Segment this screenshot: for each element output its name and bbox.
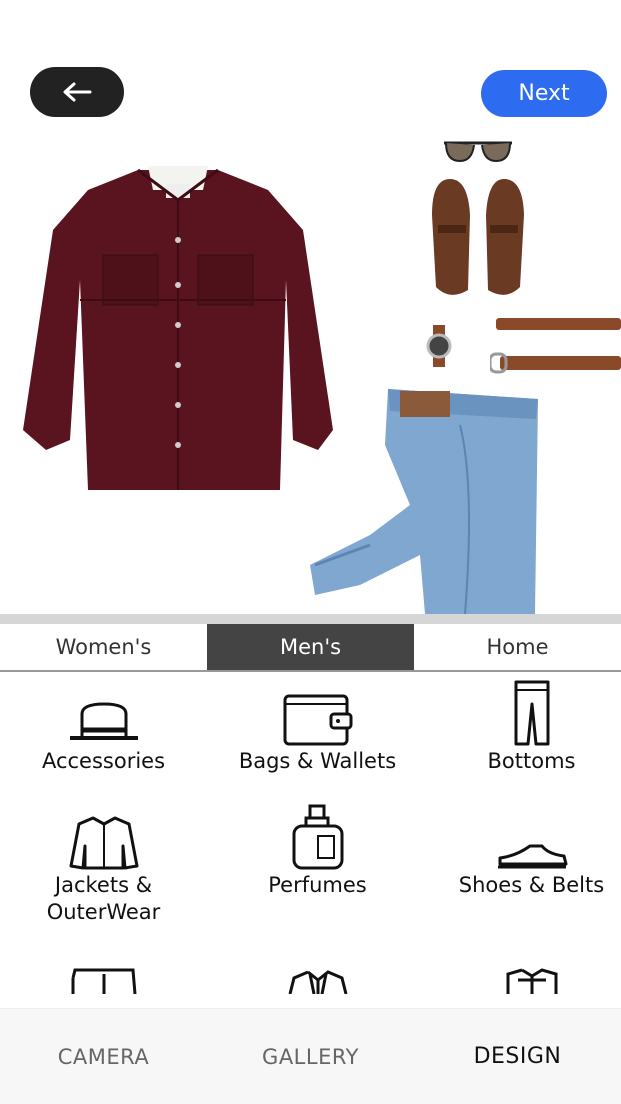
nav-design[interactable]: DESIGN	[414, 1009, 621, 1104]
divider-band	[0, 614, 621, 624]
jeans-image[interactable]	[310, 385, 540, 614]
category-suits[interactable]	[214, 924, 421, 994]
category-bottoms[interactable]: Bottoms	[428, 676, 621, 775]
category-label: Bottoms	[487, 749, 576, 773]
bottom-nav: CAMERA GALLERY DESIGN	[0, 1008, 621, 1104]
jacket-icon	[64, 800, 144, 870]
tab-mens[interactable]: Men's	[207, 624, 414, 670]
next-button[interactable]: Next	[481, 70, 607, 117]
category-bags-wallets[interactable]: Bags & Wallets	[214, 676, 421, 775]
category-label: Shoes & Belts	[458, 873, 605, 897]
shoe-icon	[492, 800, 572, 870]
category-label: Bags & Wallets	[238, 749, 397, 773]
wallet-icon	[278, 676, 358, 746]
back-button[interactable]	[30, 67, 124, 117]
shorts-icon	[64, 924, 144, 994]
nav-gallery[interactable]: GALLERY	[207, 1009, 414, 1104]
outfit-canvas[interactable]: Next	[0, 0, 621, 614]
tab-womens[interactable]: Women's	[0, 624, 207, 670]
gender-tabs: Women's Men's Home	[0, 624, 621, 672]
category-jackets-outerwear[interactable]: Jackets & OuterWear	[0, 800, 207, 926]
category-shirts[interactable]	[428, 924, 621, 994]
sunglasses-image[interactable]	[442, 137, 514, 165]
nav-camera[interactable]: CAMERA	[0, 1009, 207, 1104]
category-label: Accessories	[41, 749, 166, 773]
watch-image[interactable]	[425, 325, 453, 367]
category-grid: Accessories Bags & Wallets Bottoms Jacke…	[0, 674, 621, 1008]
category-shorts[interactable]	[0, 924, 207, 994]
shirt-image[interactable]	[18, 160, 338, 500]
category-label: Perfumes	[268, 873, 367, 897]
hat-icon	[64, 676, 144, 746]
category-shoes-belts[interactable]: Shoes & Belts	[428, 800, 621, 899]
shirt-icon	[492, 924, 572, 994]
suit-icon	[278, 924, 358, 994]
category-accessories[interactable]: Accessories	[0, 676, 207, 775]
pants-icon	[492, 676, 572, 746]
arrow-left-icon	[63, 82, 92, 102]
category-label: Jackets & OuterWear	[46, 873, 161, 924]
perfume-icon	[278, 800, 358, 870]
tab-home[interactable]: Home	[414, 624, 621, 670]
loafers-image[interactable]	[428, 175, 528, 300]
belt-image[interactable]	[490, 316, 621, 376]
category-perfumes[interactable]: Perfumes	[214, 800, 421, 899]
